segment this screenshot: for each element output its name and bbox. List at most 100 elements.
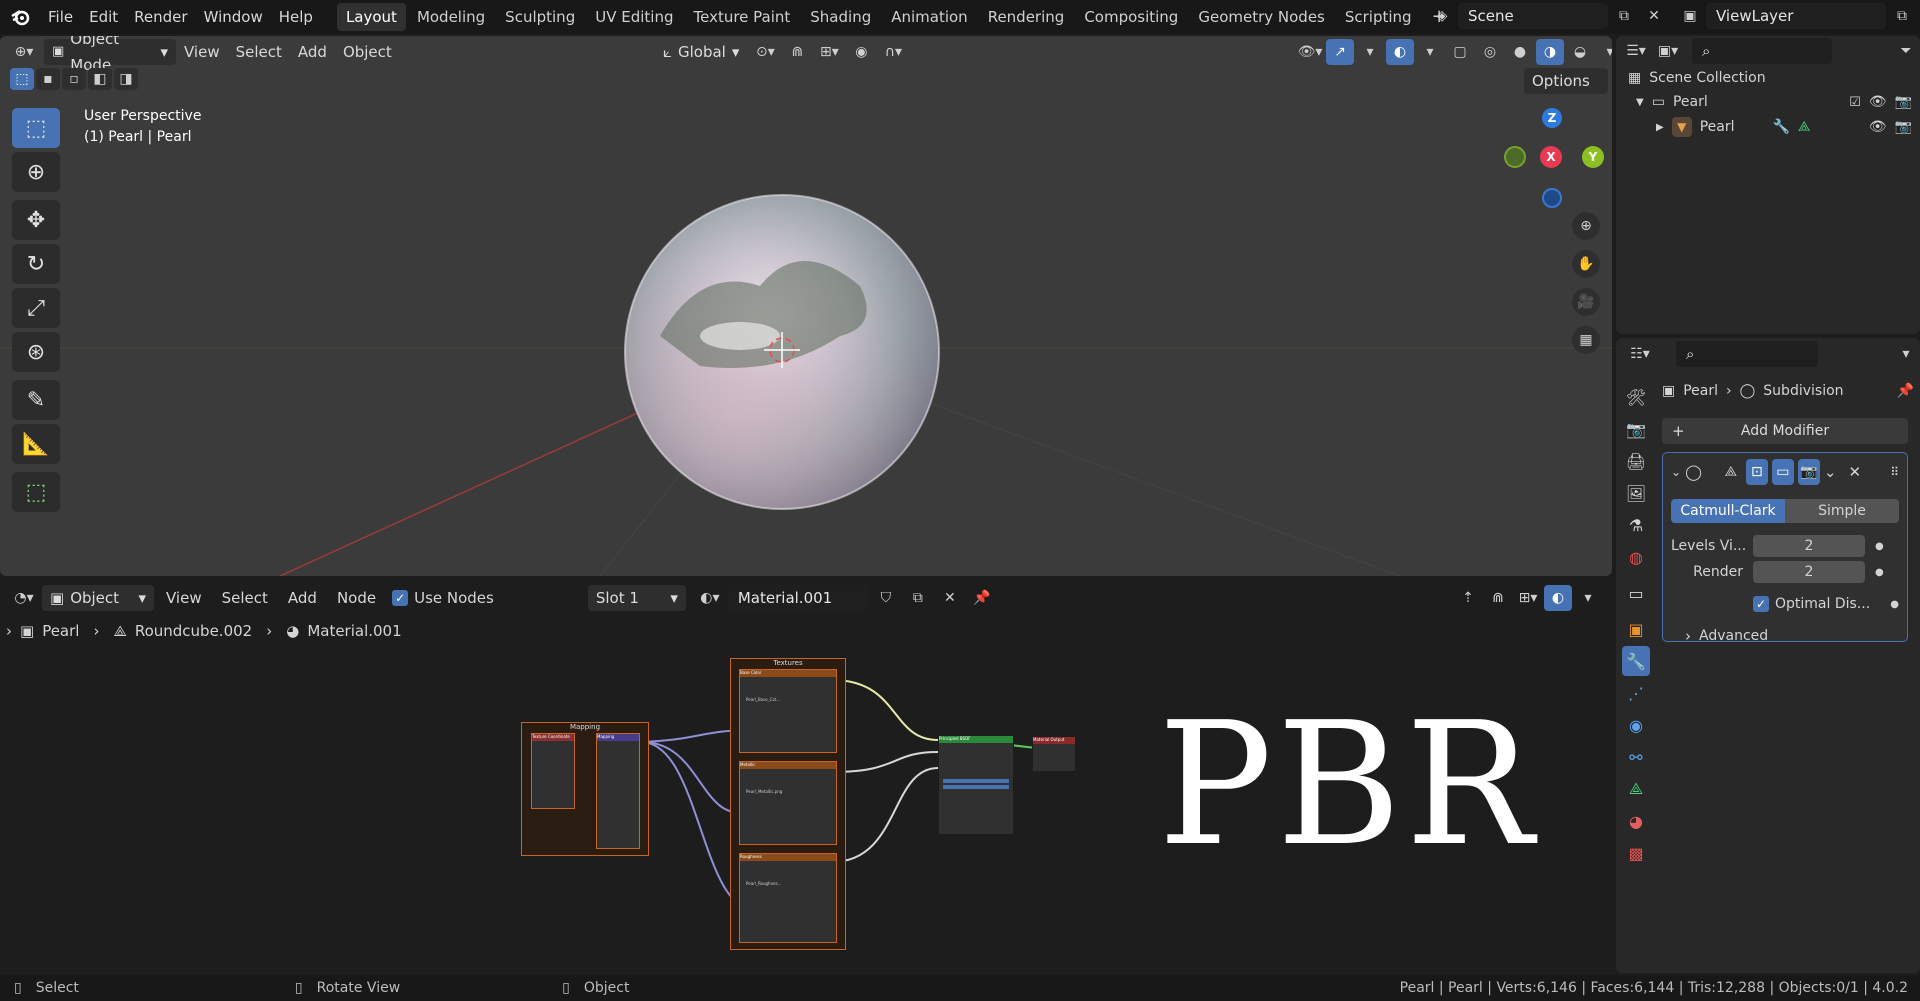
modifier-tab-icon[interactable]: 🔧 xyxy=(1622,646,1650,676)
physics-tab-icon[interactable]: ◉ xyxy=(1622,710,1650,740)
tree-row-object[interactable]: ▶ ▼ Pearl 🔧 ⟁ 👁 📷 xyxy=(1628,114,1920,140)
tree-row-scene-collection[interactable]: ▦ Scene Collection xyxy=(1628,66,1920,90)
scene-field[interactable]: Scene xyxy=(1458,3,1608,29)
tab-compositing[interactable]: Compositing xyxy=(1075,3,1187,31)
menu-object[interactable]: Object xyxy=(335,36,400,69)
gizmo-neg-z[interactable] xyxy=(1542,188,1562,208)
metallic-image-node[interactable]: Metallic Pearl_Metallic.png xyxy=(739,761,837,845)
tab-shading[interactable]: Shading xyxy=(801,3,880,31)
render-toggle-icon[interactable]: 📷 xyxy=(1797,459,1820,485)
solid-shading-icon[interactable]: ● xyxy=(1506,39,1534,65)
visibility-eye-icon[interactable]: 👁 xyxy=(1869,94,1887,110)
move-tool-icon[interactable]: ✥ xyxy=(12,200,60,240)
menu-window[interactable]: Window xyxy=(196,0,271,34)
shader-editor[interactable]: ◔▾ ▣ Object ▾ View Select Add Node ✓ Use N… xyxy=(0,580,1612,975)
textures-frame[interactable]: Textures Base Color Pearl_Base_Col... Me… xyxy=(730,658,846,950)
object-visibility-eye-icon[interactable]: 👁 xyxy=(1869,119,1887,135)
filter-icon[interactable]: ⏷ xyxy=(1892,38,1920,64)
constraints-tab-icon[interactable]: ⚯ xyxy=(1622,742,1650,772)
menu-add[interactable]: Add xyxy=(290,36,335,69)
wireframe-shading-icon[interactable]: ◎ xyxy=(1476,39,1504,65)
transform-tool-icon[interactable]: ⊛ xyxy=(12,332,60,372)
3d-viewport[interactable]: ⊕▾ ▣ Object Mode ▾ View Select Add Object … xyxy=(0,36,1612,576)
simple-button[interactable]: Simple xyxy=(1785,499,1899,523)
blender-logo-icon[interactable] xyxy=(0,8,40,26)
modifier-options-icon[interactable]: ⌄ xyxy=(1824,463,1837,481)
render-levels-field[interactable]: 2 xyxy=(1753,561,1865,583)
tab-rendering[interactable]: Rendering xyxy=(979,3,1074,31)
expand-down-icon[interactable]: ▼ xyxy=(1636,97,1644,108)
tree-row-collection[interactable]: ▼ ▭ Pearl ☑ 👁 📷 xyxy=(1628,90,1920,114)
select-extend-icon[interactable]: ▪ xyxy=(36,68,60,90)
properties-search-input[interactable]: ⌕ xyxy=(1676,341,1818,367)
visibility-icon[interactable]: 👁▾ xyxy=(1296,39,1324,65)
viewlayer-field[interactable]: ViewLayer xyxy=(1706,3,1886,29)
texture-tab-icon[interactable]: ▩ xyxy=(1622,838,1650,868)
mapping-node[interactable]: Mapping xyxy=(596,733,640,849)
menu-select[interactable]: Select xyxy=(228,36,290,69)
output-tab-icon[interactable]: 🖨 xyxy=(1622,446,1650,476)
optimal-display-row[interactable]: ✓ Optimal Dis... ● xyxy=(1671,593,1899,615)
advanced-subpanel[interactable]: › Advanced xyxy=(1671,627,1899,645)
expand-right-icon[interactable]: ▶ xyxy=(1656,122,1664,133)
scene-icon[interactable]: ◈ xyxy=(1428,3,1456,29)
overlay-dropdown-icon[interactable]: ▾ xyxy=(1416,39,1444,65)
annotate-tool-icon[interactable]: ✎ xyxy=(12,380,60,420)
exclude-checkbox-icon[interactable]: ☑ xyxy=(1849,95,1861,110)
object-render-camera-icon[interactable]: 📷 xyxy=(1895,119,1912,135)
tab-sculpting[interactable]: Sculpting xyxy=(496,3,584,31)
outliner-search-input[interactable]: ⌕ xyxy=(1692,38,1832,64)
outliner-type-icon[interactable]: ☰▾ xyxy=(1622,38,1650,64)
mode-dropdown[interactable]: ▣ Object Mode ▾ xyxy=(44,36,176,74)
gizmo-x-axis[interactable]: X xyxy=(1540,146,1562,168)
menu-help[interactable]: Help xyxy=(271,0,321,34)
perspective-grid-icon[interactable]: ▦ xyxy=(1572,326,1600,354)
select-box-tool-icon[interactable]: ⬚ xyxy=(12,108,60,148)
snap-target-icon[interactable]: ⊞▾ xyxy=(815,39,843,65)
measure-tool-icon[interactable]: 📐 xyxy=(12,424,60,464)
roughness-image-node[interactable]: Roughness Pearl_Roughnes... xyxy=(739,853,837,943)
gizmo-dropdown-icon[interactable]: ▾ xyxy=(1356,39,1384,65)
particles-tab-icon[interactable]: ⋰ xyxy=(1622,678,1650,708)
pan-hand-icon[interactable]: ✋ xyxy=(1572,250,1600,278)
pin-modifier-icon[interactable]: 📌 xyxy=(1897,383,1914,399)
view-layer-tab-icon[interactable]: 🖼 xyxy=(1622,478,1650,508)
rotate-tool-icon[interactable]: ↻ xyxy=(12,244,60,284)
menu-edit[interactable]: Edit xyxy=(81,0,126,34)
collection-tab-icon[interactable]: ▭ xyxy=(1622,578,1650,608)
camera-view-icon[interactable]: 🎥 xyxy=(1572,288,1600,316)
xray-icon[interactable]: ▢ xyxy=(1446,39,1474,65)
transform-orientation-dropdown[interactable]: ⟀ Global ▾ xyxy=(655,39,747,65)
viewport-toggle-icon[interactable]: ▭ xyxy=(1771,459,1794,485)
proportional-icon[interactable]: ◉ xyxy=(847,39,875,65)
gizmo-z-axis[interactable]: Z xyxy=(1542,108,1562,128)
select-intersect-icon[interactable]: ◨ xyxy=(114,68,138,90)
select-subtract-icon[interactable]: ▫ xyxy=(62,68,86,90)
texcoord-node[interactable]: Texture Coordinate xyxy=(531,733,575,809)
basecolor-image-node[interactable]: Base Color Pearl_Base_Col... xyxy=(739,669,837,753)
rendered-shading-icon[interactable]: ◒ xyxy=(1566,39,1594,65)
optimal-checkbox-icon[interactable]: ✓ xyxy=(1753,596,1769,612)
tab-layout[interactable]: Layout xyxy=(336,3,406,31)
add-cube-tool-icon[interactable]: ⬚ xyxy=(12,472,60,512)
modifier-wrench-icon[interactable]: 🔧 xyxy=(1772,119,1789,135)
options-button[interactable]: Options xyxy=(1524,68,1608,94)
object-tab-icon[interactable]: ▣ xyxy=(1622,614,1650,644)
tab-geometry-nodes[interactable]: Geometry Nodes xyxy=(1189,3,1334,31)
cursor-tool-icon[interactable]: ⊕ xyxy=(12,152,60,192)
gizmo-toggle-icon[interactable]: ↗ xyxy=(1326,39,1354,65)
animate-dot-icon[interactable]: ● xyxy=(1890,599,1899,610)
drag-handle-icon[interactable]: ⠿ xyxy=(1890,465,1899,479)
animate-dot-icon[interactable]: ● xyxy=(1875,541,1884,552)
mapping-frame[interactable]: Mapping Texture Coordinate Mapping xyxy=(521,722,649,856)
animate-dot-icon[interactable]: ● xyxy=(1875,567,1884,578)
collapse-icon[interactable]: ⌄ xyxy=(1671,465,1681,479)
gizmo-y-axis[interactable]: Y xyxy=(1582,146,1604,168)
snap-icon[interactable]: ⋒ xyxy=(783,39,811,65)
menu-render[interactable]: Render xyxy=(126,0,195,34)
viewlayer-icon[interactable]: ▣ xyxy=(1676,3,1704,29)
material-shading-icon[interactable]: ◑ xyxy=(1536,39,1564,65)
material-tab-icon[interactable]: ◕ xyxy=(1622,806,1650,836)
menu-view[interactable]: View xyxy=(176,36,228,69)
new-viewlayer-icon[interactable]: ⧉ xyxy=(1888,3,1916,29)
